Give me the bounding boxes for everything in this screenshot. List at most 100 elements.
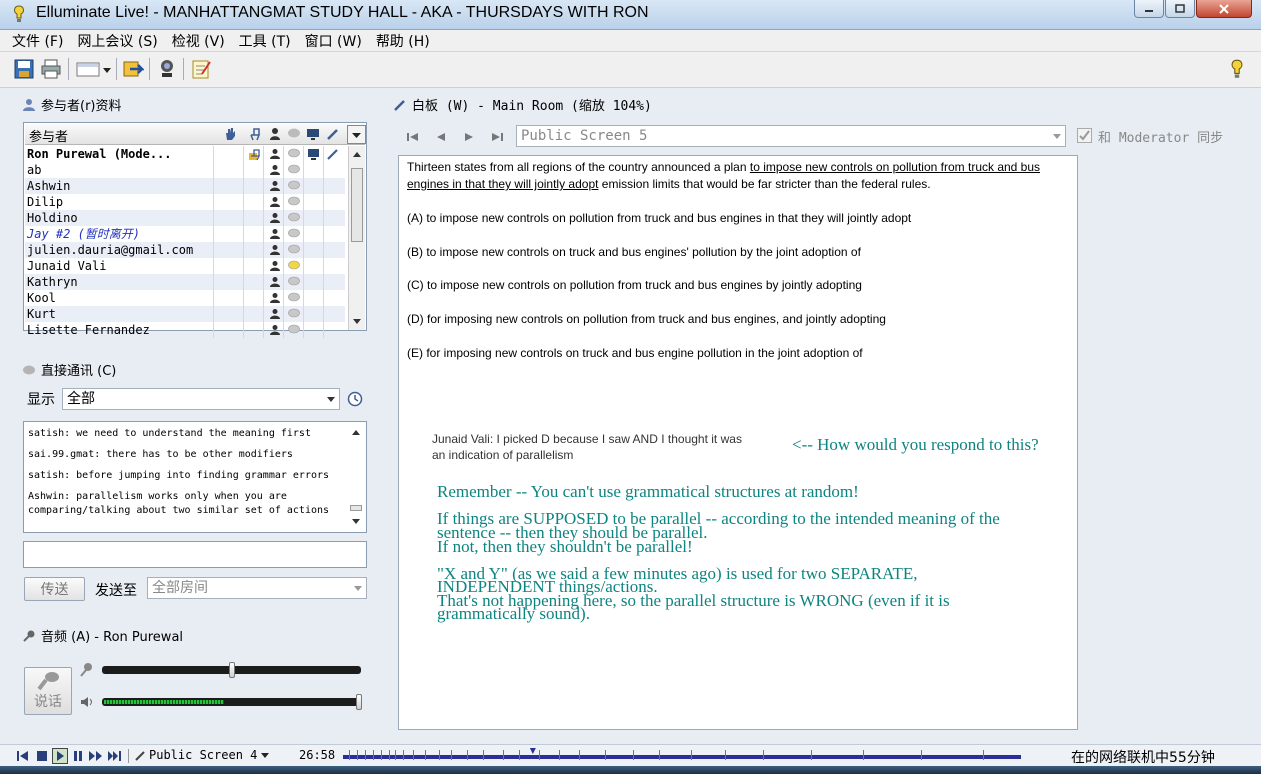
column-divider bbox=[213, 306, 214, 322]
person-icon bbox=[270, 245, 280, 255]
play-icon[interactable] bbox=[52, 748, 68, 764]
column-divider bbox=[283, 322, 284, 338]
layout-dropdown[interactable] bbox=[74, 56, 114, 82]
column-dropdown-button[interactable] bbox=[347, 125, 366, 144]
save-button[interactable] bbox=[11, 56, 37, 82]
notes-button[interactable] bbox=[188, 56, 214, 82]
playback-timeline[interactable] bbox=[343, 747, 1021, 765]
column-divider bbox=[283, 290, 284, 306]
participant-row[interactable]: Kurt bbox=[25, 306, 345, 322]
speaker-volume-thumb[interactable] bbox=[356, 694, 362, 710]
chat-message: satish: we need to understand the meanin… bbox=[28, 428, 311, 439]
person-icon bbox=[270, 165, 280, 175]
skip-forward-icon[interactable] bbox=[107, 750, 123, 762]
send-button[interactable]: 传送 bbox=[24, 577, 85, 601]
menu-session[interactable]: 网上会议 (S) bbox=[77, 31, 157, 51]
participants-panel-title: 参与者(r)资料 bbox=[22, 95, 122, 114]
transfer-button[interactable] bbox=[120, 56, 146, 82]
participant-scrollbar[interactable] bbox=[348, 146, 365, 330]
first-page-icon[interactable] bbox=[405, 131, 421, 143]
column-divider bbox=[323, 242, 324, 258]
column-divider bbox=[263, 274, 264, 290]
pause-icon[interactable] bbox=[72, 750, 84, 762]
current-screen-label[interactable]: Public Screen 4 bbox=[149, 748, 257, 762]
stop-icon[interactable] bbox=[36, 750, 48, 762]
chat-filter-select[interactable]: 全部 bbox=[62, 388, 340, 410]
participant-row[interactable]: Kool bbox=[25, 290, 345, 306]
speaker-volume-slider[interactable] bbox=[102, 698, 361, 706]
scroll-down-icon[interactable] bbox=[348, 514, 364, 528]
screen-select[interactable]: Public Screen 5 bbox=[516, 125, 1066, 147]
playhead[interactable] bbox=[529, 748, 536, 754]
column-divider bbox=[303, 306, 304, 322]
webcam-button[interactable] bbox=[154, 56, 180, 82]
participant-name: Kool bbox=[27, 291, 56, 305]
scroll-up-icon[interactable] bbox=[348, 426, 364, 440]
participant-row[interactable]: Jay #2 (暂时离开) bbox=[25, 226, 345, 242]
timeline-track[interactable] bbox=[343, 755, 1021, 759]
chat-bubble-icon[interactable] bbox=[287, 127, 301, 145]
person-icon[interactable] bbox=[268, 127, 282, 145]
chat-scrollbar[interactable] bbox=[348, 423, 365, 531]
chat-input[interactable] bbox=[23, 541, 367, 568]
print-button[interactable] bbox=[38, 56, 64, 82]
skip-back-icon[interactable] bbox=[16, 750, 30, 762]
column-divider bbox=[213, 162, 214, 178]
answer-option-e: (E) for imposing new controls on truck a… bbox=[407, 346, 863, 360]
minimize-button[interactable] bbox=[1134, 0, 1164, 18]
column-divider bbox=[213, 242, 214, 258]
participant-column-header[interactable]: 参与者 bbox=[29, 126, 68, 145]
participant-row[interactable]: Lisette Fernandez bbox=[25, 322, 345, 338]
chat-bubble-icon bbox=[288, 324, 300, 334]
chevron-down-icon[interactable] bbox=[260, 752, 270, 760]
clock-icon[interactable] bbox=[347, 391, 363, 407]
participant-list: 参与者 Ron Purewal (Mode... ab Ashwin Dilip Hol… bbox=[23, 122, 367, 338]
sync-checkbox[interactable] bbox=[1077, 128, 1092, 143]
column-divider bbox=[303, 194, 304, 210]
participant-name: Dilip bbox=[27, 195, 64, 209]
menu-tools[interactable]: 工具 (T) bbox=[239, 31, 291, 51]
close-button[interactable] bbox=[1196, 0, 1252, 18]
whiteboard-canvas[interactable]: Thirteen states from all regions of the … bbox=[398, 155, 1078, 730]
next-page-icon[interactable] bbox=[461, 131, 477, 143]
scroll-thumb[interactable] bbox=[350, 505, 362, 511]
menu-window[interactable]: 窗口 (W) bbox=[305, 31, 362, 51]
pencil-icon[interactable] bbox=[326, 127, 340, 145]
scroll-down-icon[interactable] bbox=[349, 314, 365, 328]
last-page-icon[interactable] bbox=[489, 131, 505, 143]
playback-bar: Public Screen 4 26:58 在的网络联机中55分钟 bbox=[0, 744, 1261, 766]
participant-row[interactable]: Junaid Vali bbox=[25, 258, 345, 274]
mic-volume-thumb[interactable] bbox=[228, 662, 235, 678]
participant-row[interactable]: ab bbox=[25, 162, 345, 178]
column-divider bbox=[283, 274, 284, 290]
column-divider bbox=[323, 178, 324, 194]
participant-row[interactable]: Ashwin bbox=[25, 178, 345, 194]
timeline-marker bbox=[539, 750, 540, 760]
scroll-thumb[interactable] bbox=[351, 168, 363, 242]
participant-row[interactable]: Holdino bbox=[25, 210, 345, 226]
help-button[interactable] bbox=[1224, 56, 1250, 82]
menu-file[interactable]: 文件 (F) bbox=[12, 31, 63, 51]
column-divider bbox=[323, 146, 324, 162]
column-divider bbox=[243, 242, 244, 258]
participant-row[interactable]: julien.dauria@gmail.com bbox=[25, 242, 345, 258]
screen-icon[interactable] bbox=[306, 127, 320, 145]
hand-icon[interactable] bbox=[223, 127, 237, 145]
chat-messages: satish: we need to understand the meanin… bbox=[25, 427, 347, 518]
fast-forward-icon[interactable] bbox=[88, 750, 104, 762]
scroll-up-icon[interactable] bbox=[349, 148, 365, 162]
talk-button[interactable]: 说话 bbox=[24, 667, 72, 715]
maximize-button[interactable] bbox=[1165, 0, 1195, 18]
participant-row[interactable]: Kathryn bbox=[25, 274, 345, 290]
menu-view[interactable]: 检视 (V) bbox=[172, 31, 225, 51]
taskbar bbox=[0, 766, 1261, 774]
participant-row[interactable]: Ron Purewal (Mode... bbox=[25, 146, 345, 162]
timeline-marker bbox=[425, 750, 426, 760]
send-to-select[interactable]: 全部房间 bbox=[147, 577, 367, 599]
student-note-line-1: Junaid Vali: I picked D because I saw AN… bbox=[432, 432, 742, 446]
menu-help[interactable]: 帮助 (H) bbox=[376, 31, 430, 51]
chair-icon[interactable] bbox=[248, 127, 262, 145]
participant-row[interactable]: Dilip bbox=[25, 194, 345, 210]
pencil-icon bbox=[135, 751, 145, 761]
previous-page-icon[interactable] bbox=[433, 131, 449, 143]
